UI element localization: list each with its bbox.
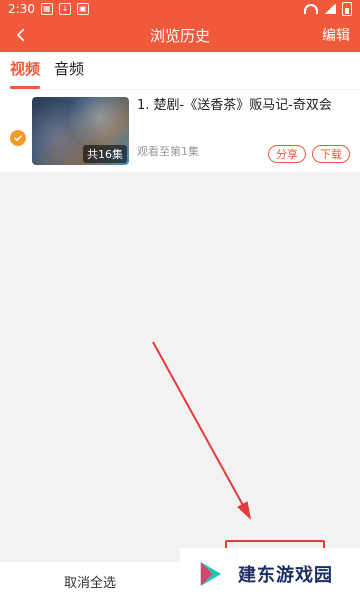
item-actions: 分享 下载 (268, 145, 350, 163)
watch-progress: 观看至第1集 (137, 145, 199, 158)
download-button[interactable]: 下载 (312, 145, 350, 163)
history-item[interactable]: 共16集 1. 楚剧-《送香茶》贩马记-奇双会 观看至第1集 分享 下载 (0, 90, 360, 172)
battery-icon (342, 2, 352, 16)
history-list: 共16集 1. 楚剧-《送香茶》贩马记-奇双会 观看至第1集 分享 下载 (0, 90, 360, 172)
page-title: 浏览历史 (149, 26, 210, 45)
watermark: 建东游戏园 (180, 548, 360, 600)
video-thumbnail[interactable]: 共16集 (32, 97, 129, 165)
nav-bar: 浏览历史 编辑 (0, 18, 360, 52)
download-icon: ↓ (58, 3, 71, 15)
status-right (304, 2, 352, 16)
checkmark-icon[interactable] (10, 130, 26, 146)
logo-icon (194, 557, 228, 591)
status-left: 2:30 ▦ ↓ ▣ (8, 2, 89, 16)
wifi-icon (304, 4, 318, 14)
tab-audio[interactable]: 音频 (54, 58, 84, 89)
tab-video[interactable]: 视频 (10, 58, 41, 89)
share-button[interactable]: 分享 (268, 145, 306, 163)
empty-area (0, 172, 360, 562)
cancel-select-all-button[interactable]: 取消全选 (0, 572, 180, 591)
tabs: 视频 音频 (0, 52, 360, 90)
episodes-badge: 共16集 (83, 145, 127, 163)
news-icon: ▦ (40, 3, 53, 15)
image-icon: ▣ (76, 3, 89, 15)
item-meta: 1. 楚剧-《送香茶》贩马记-奇双会 观看至第1集 分享 下载 (137, 97, 350, 165)
status-bar: 2:30 ▦ ↓ ▣ (0, 0, 360, 18)
watermark-text: 建东游戏园 (238, 565, 333, 586)
chevron-left-icon[interactable] (10, 24, 32, 46)
signal-icon (324, 4, 336, 14)
status-time: 2:30 (8, 2, 35, 16)
item-title[interactable]: 1. 楚剧-《送香茶》贩马记-奇双会 (137, 97, 350, 115)
edit-button[interactable]: 编辑 (322, 25, 350, 45)
